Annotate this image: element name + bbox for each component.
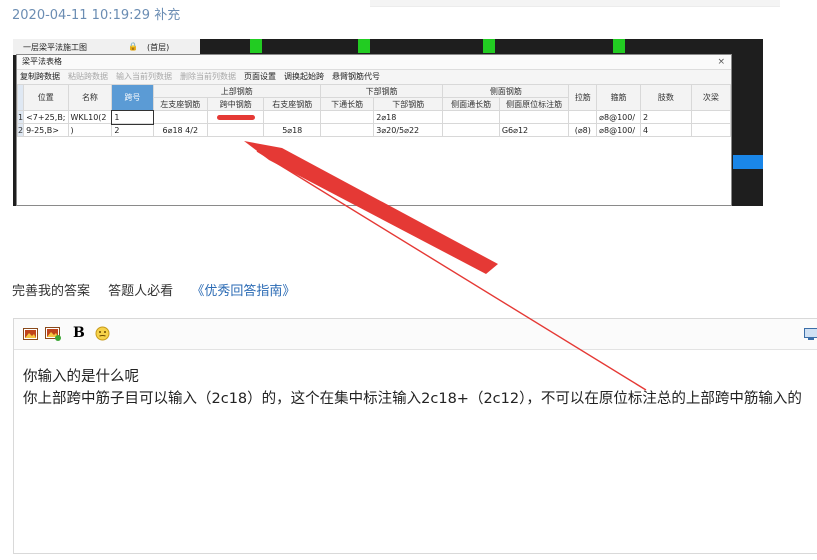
floor-label: (首层)	[147, 43, 170, 52]
cell-stirrup[interactable]: ⌀8@100/	[596, 123, 642, 137]
dialog-title-bar: 梁平法表格 ×	[17, 55, 731, 70]
cell-side-through[interactable]	[442, 110, 500, 124]
col-header[interactable]: 次梁	[690, 84, 732, 111]
col-header[interactable]: 跨中钢筋	[207, 97, 265, 111]
beam-table-grid: 位置 名称 跨号 上部钢筋 下部钢筋 侧面钢筋 拉筋 箍筋 肢数 次梁 左支座钢…	[16, 84, 732, 205]
dialog-toolbar-item[interactable]: 复制跨数据	[20, 72, 60, 81]
col-header[interactable]: 侧面原位标注筋	[498, 97, 570, 111]
cell-side-original[interactable]	[498, 110, 570, 124]
col-header[interactable]: 右支座钢筋	[263, 97, 321, 111]
answer-line: 你输入的是什么呢	[23, 369, 139, 385]
screenshot-layer-strip: 一层梁平法施工图 🔒 (首层)	[13, 39, 200, 55]
col-header[interactable]: 箍筋	[596, 84, 642, 111]
dialog-toolbar-item[interactable]: 悬臂钢筋代号	[332, 72, 380, 81]
improve-answer-link[interactable]: 完善我的答案	[12, 284, 90, 299]
cell-name[interactable]: )	[67, 123, 113, 137]
cad-green-mark	[250, 39, 262, 53]
cell-left-support[interactable]: 6⌀18 4/2	[152, 123, 209, 137]
editor-content[interactable]: 你输入的是什么呢 你上部跨中筋子目可以输入（2c18）的，这个在集中标注输入2c…	[14, 350, 817, 410]
answer-line: 你上部跨中筋子目可以输入（2c18）的，这个在集中标注输入2c18+（2c12）…	[23, 391, 802, 407]
group-header: 上部钢筋	[152, 84, 321, 98]
bold-button[interactable]: B	[73, 325, 85, 341]
embedded-screenshot: 一层梁平法施工图 🔒 (首层) 梁平法表格 × 复制跨数据 粘贴跨数据 输入当前列数…	[13, 39, 763, 206]
cad-green-mark	[483, 39, 495, 53]
cell-bottom[interactable]: 2⌀18	[373, 110, 444, 124]
cell-tie[interactable]	[568, 110, 598, 124]
col-header[interactable]: 侧面通长筋	[442, 97, 500, 111]
fullscreen-icon[interactable]	[804, 326, 817, 345]
cell-side-original[interactable]: G6⌀12	[498, 123, 570, 137]
layer-label: 一层梁平法施工图	[23, 43, 87, 52]
cell-name[interactable]: WKL10(2	[67, 110, 113, 124]
beam-table: 位置 名称 跨号 上部钢筋 下部钢筋 侧面钢筋 拉筋 箍筋 肢数 次梁 左支座钢…	[16, 84, 732, 137]
table-row: 1 <7+25,B; WKL10(2 1 2⌀18 ⌀8@100/ 2	[16, 109, 732, 125]
dialog-toolbar-item[interactable]: 页面设置	[244, 72, 276, 81]
beam-table-dialog: 梁平法表格 × 复制跨数据 粘贴跨数据 输入当前列数据 删除当前列数据 页面设置 调换起始…	[16, 54, 732, 206]
cell-stirrup[interactable]: ⌀8@100/	[596, 110, 642, 124]
cell-left-support[interactable]	[152, 110, 209, 124]
emoji-icon[interactable]	[95, 326, 110, 345]
cell-span-active[interactable]: 1	[110, 109, 155, 125]
cell-legs[interactable]: 2	[640, 110, 692, 124]
dialog-toolbar-item[interactable]: 调换起始跨	[284, 72, 324, 81]
dialog-toolbar-item[interactable]: 粘贴跨数据	[68, 72, 108, 81]
cad-green-mark	[358, 39, 370, 53]
cell-secondary[interactable]	[690, 110, 732, 124]
dialog-toolbar-item[interactable]: 输入当前列数据	[116, 72, 172, 81]
dialog-toolbar-item[interactable]: 删除当前列数据	[180, 72, 236, 81]
col-header[interactable]: 拉筋	[568, 84, 598, 111]
lock-icon: 🔒	[128, 42, 138, 51]
answer-links: 完善我的答案 答题人必看 《优秀回答指南》	[12, 280, 309, 299]
cad-green-mark	[613, 39, 625, 53]
editor-toolbar: B	[14, 319, 817, 350]
dialog-toolbar: 复制跨数据 粘贴跨数据 输入当前列数据 删除当前列数据 页面设置 调换起始跨 悬臂钢筋代号	[17, 70, 731, 85]
cell-mid-span[interactable]	[207, 123, 265, 137]
must-read-link[interactable]: 答题人必看	[108, 284, 173, 299]
answer-editor[interactable]: B 你输入的是什么呢 你上部跨中筋子目可以输入（2c18）的，这个在集中标注输入…	[13, 318, 817, 554]
guide-link[interactable]: 《优秀回答指南》	[191, 284, 295, 299]
close-icon[interactable]: ×	[717, 55, 725, 69]
cell-tie[interactable]: (⌀8)	[568, 123, 598, 137]
col-header-selected[interactable]: 跨号	[111, 84, 154, 111]
col-header[interactable]: 下通长筋	[319, 97, 375, 111]
post-timestamp: 2020-04-11 10:19:29 补充	[12, 8, 181, 23]
col-header[interactable]: 左支座钢筋	[152, 97, 209, 111]
group-header: 侧面钢筋	[442, 84, 570, 98]
dialog-title: 梁平法表格	[22, 57, 62, 66]
cell-right-support[interactable]: 5⌀18	[263, 123, 321, 137]
cell-bottom-through[interactable]	[319, 123, 375, 137]
cell-position[interactable]: 9-25,B>	[23, 123, 69, 137]
group-header: 下部钢筋	[319, 84, 444, 98]
cell-legs[interactable]: 4	[640, 123, 692, 137]
image-icon[interactable]	[23, 326, 38, 345]
cell-side-through[interactable]	[442, 123, 500, 137]
cell-mid-span[interactable]	[207, 110, 265, 124]
cell-bottom-through[interactable]	[319, 110, 375, 124]
image-upload-icon[interactable]	[45, 326, 62, 346]
cell-right-support[interactable]	[263, 110, 321, 124]
cell-position[interactable]: <7+25,B;	[23, 110, 69, 124]
col-header[interactable]: 名称	[67, 84, 113, 111]
cell-secondary[interactable]	[690, 123, 732, 137]
col-header[interactable]: 下部钢筋	[373, 97, 444, 111]
col-header[interactable]: 肢数	[640, 84, 692, 111]
table-row: 2 9-25,B> ) 2 6⌀18 4/2 5⌀18 3⌀20/5⌀22 G6…	[16, 123, 732, 137]
col-header[interactable]: 位置	[23, 84, 69, 111]
cad-selection-bar	[733, 155, 763, 169]
red-highlight-mark	[216, 114, 255, 120]
cell-bottom[interactable]: 3⌀20/5⌀22	[373, 123, 444, 137]
cell-span[interactable]: 2	[111, 123, 154, 137]
top-bar-edge	[370, 0, 780, 7]
